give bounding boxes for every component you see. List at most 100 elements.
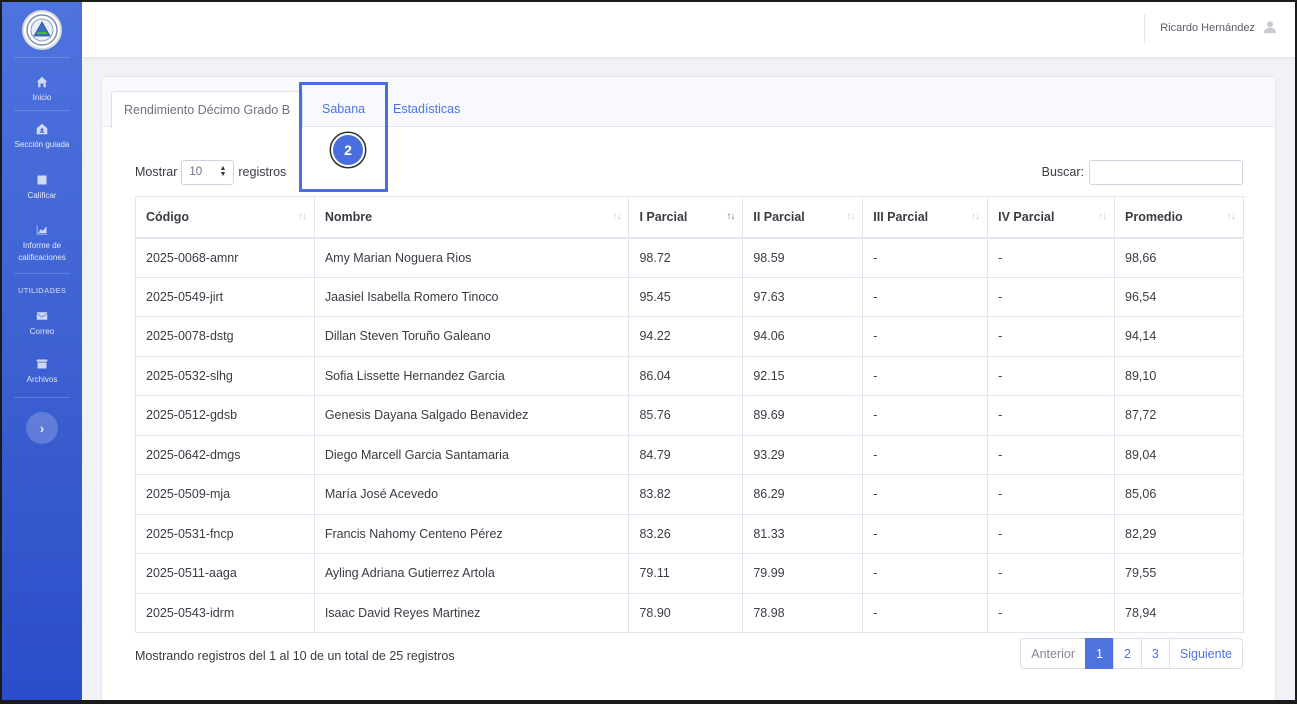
cell-i-parcial: 79.11 — [628, 553, 744, 594]
cell-codigo: 2025-0543-idrm — [135, 592, 315, 633]
envelope-icon — [35, 309, 49, 323]
cell-promedio: 78,94 — [1114, 592, 1244, 633]
sidebar-item-label: Sección guiada — [14, 139, 70, 149]
app-window: Inicio Sección guiada Calificar Informe … — [2, 2, 1295, 700]
tab-rendimiento[interactable]: Rendimiento Décimo Grado B — [111, 91, 304, 128]
records-label: registros — [238, 165, 287, 179]
sort-icon: ↑↓ — [612, 211, 621, 222]
sidebar-item-inicio[interactable]: Inicio — [2, 68, 82, 110]
cell-codigo: 2025-0511-aaga — [135, 553, 315, 594]
cell-iv-parcial: - — [987, 355, 1116, 396]
user-icon — [1263, 20, 1279, 36]
sort-icon: ↑↓ — [846, 211, 855, 222]
sidebar-brand[interactable] — [14, 2, 70, 58]
cell-iii-parcial: - — [862, 355, 989, 396]
clipboard-icon — [35, 173, 49, 187]
topbar: Ricardo Hernández — [82, 2, 1295, 57]
column-header-codigo[interactable]: Código ↑↓ — [135, 196, 315, 239]
sort-desc-icon: ↑↓ — [726, 211, 735, 222]
cell-nombre: María José Acevedo — [313, 474, 630, 515]
sidebar-item-calificar[interactable]: Calificar — [2, 161, 82, 213]
table-row: 2025-0509-mja María José Acevedo 83.82 86.2… — [135, 474, 1244, 515]
cell-nombre: Diego Marcell Garcia Santamaria — [313, 434, 630, 475]
cell-codigo: 2025-0509-mja — [135, 474, 315, 515]
cell-promedio: 89,10 — [1114, 355, 1244, 396]
cell-codigo: 2025-0531-fncp — [135, 513, 315, 554]
table-body: 2025-0068-amnr Amy Marian Noguera Rios 98.… — [135, 237, 1244, 633]
column-header-iii-parcial[interactable]: III Parcial ↑↓ — [862, 196, 989, 239]
sidebar-item-label: Inicio — [32, 92, 52, 102]
page-length-value: 10 — [189, 166, 203, 178]
cell-i-parcial: 95.45 — [628, 276, 744, 317]
cell-nombre: Isaac David Reyes Martinez — [313, 592, 630, 633]
table-info: Mostrando registros del 1 al 10 de un to… — [135, 649, 455, 663]
pagination-previous[interactable]: Anterior — [1020, 638, 1087, 669]
cell-promedio: 96,54 — [1114, 276, 1244, 317]
cell-iii-parcial: - — [862, 434, 989, 475]
cell-ii-parcial: 78.98 — [742, 592, 864, 633]
pagination-next[interactable]: Siguiente — [1168, 638, 1243, 669]
table-row: 2025-0642-dmgs Diego Marcell Garcia Santa… — [135, 434, 1244, 475]
cell-iv-parcial: - — [987, 316, 1116, 357]
tab-sabana[interactable]: Sabana — [310, 91, 377, 127]
cell-ii-parcial: 79.99 — [742, 553, 864, 594]
sidebar-item-archivos[interactable]: Archivos — [2, 345, 82, 397]
cell-iii-parcial: - — [862, 316, 989, 357]
cell-iii-parcial: - — [862, 276, 989, 317]
column-header-promedio[interactable]: Promedio ↑↓ — [1114, 196, 1244, 239]
table-row: 2025-0078-dstg Dillan Steven Toruño Galea… — [135, 316, 1244, 357]
sidebar-divider — [14, 397, 70, 398]
cell-codigo: 2025-0642-dmgs — [135, 434, 315, 475]
cell-codigo: 2025-0549-jirt — [135, 276, 315, 317]
sort-icon: ↑↓ — [297, 211, 307, 222]
sidebar-toggle-button[interactable]: › — [26, 412, 58, 444]
cell-ii-parcial: 89.69 — [742, 395, 864, 436]
table-row: 2025-0549-jirt Jaasiel Isabella Romero Ti… — [135, 276, 1244, 317]
cell-promedio: 82,29 — [1114, 513, 1244, 554]
cell-nombre: Dillan Steven Toruño Galeano — [313, 316, 630, 357]
cell-iv-parcial: - — [987, 395, 1116, 436]
cell-iii-parcial: - — [862, 513, 989, 554]
house-user-icon — [35, 122, 49, 136]
table-row: 2025-0511-aaga Ayling Adriana Gutierrez A… — [135, 553, 1244, 594]
cell-iii-parcial: - — [862, 395, 989, 436]
cell-i-parcial: 83.26 — [628, 513, 744, 554]
sidebar-item-seccion-guiada[interactable]: Sección guiada — [2, 111, 82, 161]
sidebar-item-informe[interactable]: Informe de calificaciones — [2, 213, 82, 273]
pagination-page-1[interactable]: 1 — [1085, 638, 1114, 669]
table-row: 2025-0532-slhg Sofia Lissette Hernandez G… — [135, 355, 1244, 396]
cell-iv-parcial: - — [987, 513, 1116, 554]
page-length-select[interactable]: 10 ▲ ▼ — [181, 159, 235, 185]
column-header-nombre[interactable]: Nombre ↑↓ — [313, 196, 630, 239]
pagination-page-2[interactable]: 2 — [1112, 638, 1142, 669]
cell-nombre: Francis Nahomy Centeno Pérez — [313, 513, 630, 554]
pagination-page-3[interactable]: 3 — [1140, 638, 1170, 669]
school-seal-logo[interactable] — [22, 9, 62, 50]
cell-codigo: 2025-0078-dstg — [135, 316, 315, 357]
column-header-ii-parcial[interactable]: II Parcial ↑↓ — [742, 196, 864, 239]
user-menu[interactable]: Ricardo Hernández — [1160, 20, 1279, 36]
table-row: 2025-0531-fncp Francis Nahomy Centeno Pér… — [135, 513, 1244, 554]
sidebar-item-label: Correo — [29, 326, 55, 336]
column-header-i-parcial[interactable]: I Parcial ↑↓ — [628, 196, 744, 239]
archive-icon — [35, 357, 49, 371]
sidebar-item-correo[interactable]: Correo — [2, 301, 82, 345]
cell-promedio: 85,06 — [1114, 474, 1244, 515]
search-input[interactable] — [1089, 159, 1243, 185]
search-control: Buscar: — [1042, 159, 1243, 185]
select-arrows-icon: ▲ ▼ — [219, 165, 227, 178]
tutorial-step-badge: 2 — [331, 133, 365, 167]
topbar-divider — [1144, 14, 1145, 44]
tab-estadisticas[interactable]: Estadísticas — [381, 91, 472, 127]
cell-iii-parcial: - — [862, 474, 989, 515]
cell-promedio: 79,55 — [1114, 553, 1244, 594]
cell-ii-parcial: 94.06 — [742, 316, 864, 357]
column-header-iv-parcial[interactable]: IV Parcial ↑↓ — [987, 196, 1116, 239]
cell-iv-parcial: - — [987, 474, 1116, 515]
sidebar-item-label: Informe de calificaciones — [18, 240, 66, 262]
cell-iv-parcial: - — [987, 237, 1116, 278]
cell-i-parcial: 85.76 — [628, 395, 744, 436]
cell-promedio: 98,66 — [1114, 237, 1244, 278]
sort-icon: ↑↓ — [971, 211, 980, 222]
cell-iv-parcial: - — [987, 592, 1116, 633]
